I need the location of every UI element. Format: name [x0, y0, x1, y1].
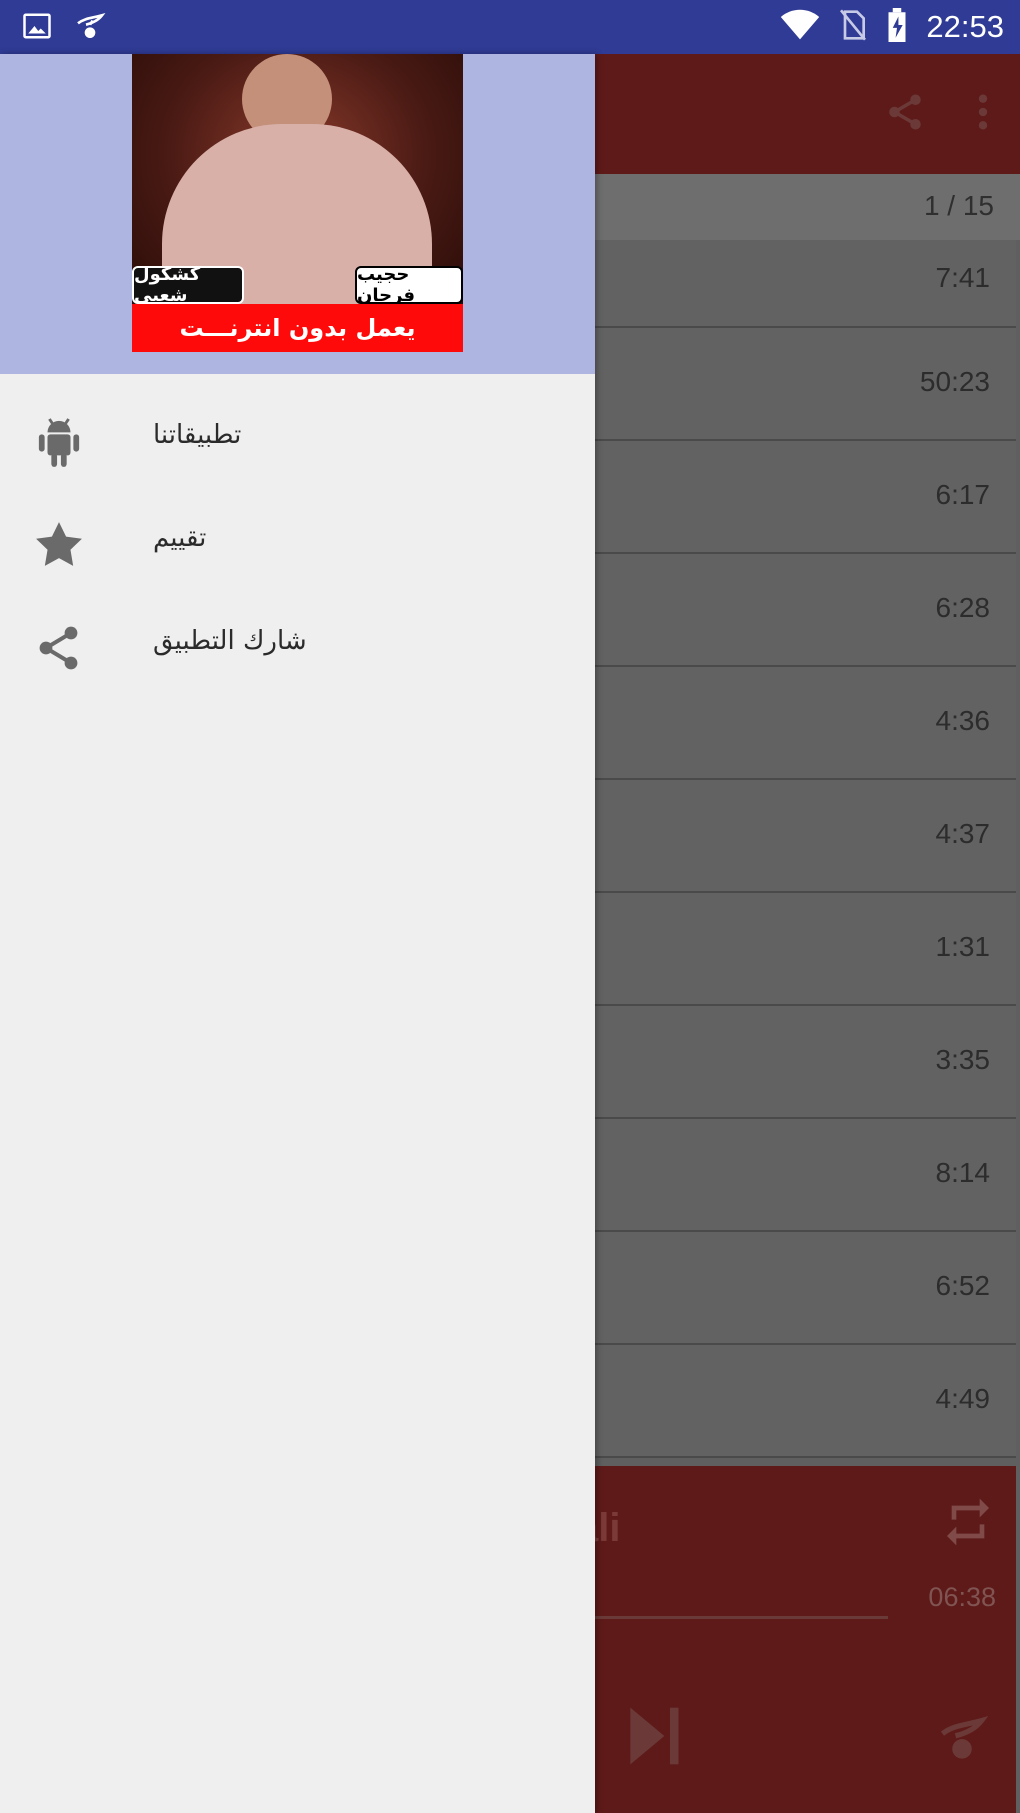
track-duration: 6:52	[935, 1270, 991, 1301]
cover-label-right: حجيب فرحان	[355, 264, 463, 306]
menu-item-share-app[interactable]: شارك التطبيق	[0, 606, 595, 709]
menu-item-label: تطبيقاتنا	[153, 420, 242, 450]
clock: 22:53	[926, 9, 1004, 44]
skip-next-icon[interactable]	[618, 1702, 688, 1774]
repeat-icon[interactable]	[940, 1494, 996, 1554]
menu-item-rate[interactable]: تقييم	[0, 503, 595, 606]
menu-item-label: تقييم	[153, 523, 207, 553]
track-duration: 6:28	[935, 592, 991, 623]
seek-bar[interactable]	[594, 1616, 888, 1619]
track-duration: 3:35	[935, 1044, 991, 1075]
track-duration: 1:31	[935, 931, 991, 962]
gallery-icon	[22, 11, 52, 45]
cover-label-left: كشكول شعبي	[132, 264, 244, 306]
more-vert-icon[interactable]	[976, 92, 990, 136]
drawer-header: كشكول شعبي حجيب فرحان يعمل بدون انترنـــ…	[0, 54, 595, 374]
share-icon	[34, 620, 84, 676]
track-duration: 6:17	[935, 479, 991, 510]
drawer-menu: تطبيقاتنا تقييم شارك التطبيق	[0, 400, 595, 709]
android-icon	[34, 414, 84, 470]
track-duration: 7:41	[935, 262, 991, 293]
leaf-icon	[74, 10, 106, 46]
no-sim-icon	[838, 9, 868, 45]
menu-item-label: شارك التطبيق	[153, 626, 307, 656]
status-bar: 22:53	[0, 0, 1020, 54]
navigation-drawer: كشكول شعبي حجيب فرحان يعمل بدون انترنـــ…	[0, 54, 595, 1813]
leaf-icon[interactable]	[936, 1710, 989, 1770]
battery-charging-icon	[886, 8, 908, 46]
track-duration: 50:23	[919, 366, 990, 397]
total-time: 06:38	[928, 1582, 996, 1612]
share-icon[interactable]	[884, 90, 926, 138]
track-duration: 4:37	[935, 818, 991, 849]
star-icon	[34, 517, 84, 573]
album-cover: كشكول شعبي حجيب فرحان يعمل بدون انترنـــ…	[132, 54, 463, 352]
track-duration: 4:49	[935, 1383, 991, 1414]
track-counter: 1 / 15	[923, 190, 994, 221]
track-duration: 8:14	[935, 1157, 991, 1188]
cover-banner: يعمل بدون انترنـــت	[132, 304, 463, 352]
wifi-icon	[780, 9, 820, 45]
track-duration: 4:36	[935, 705, 991, 736]
menu-item-our-apps[interactable]: تطبيقاتنا	[0, 400, 595, 503]
